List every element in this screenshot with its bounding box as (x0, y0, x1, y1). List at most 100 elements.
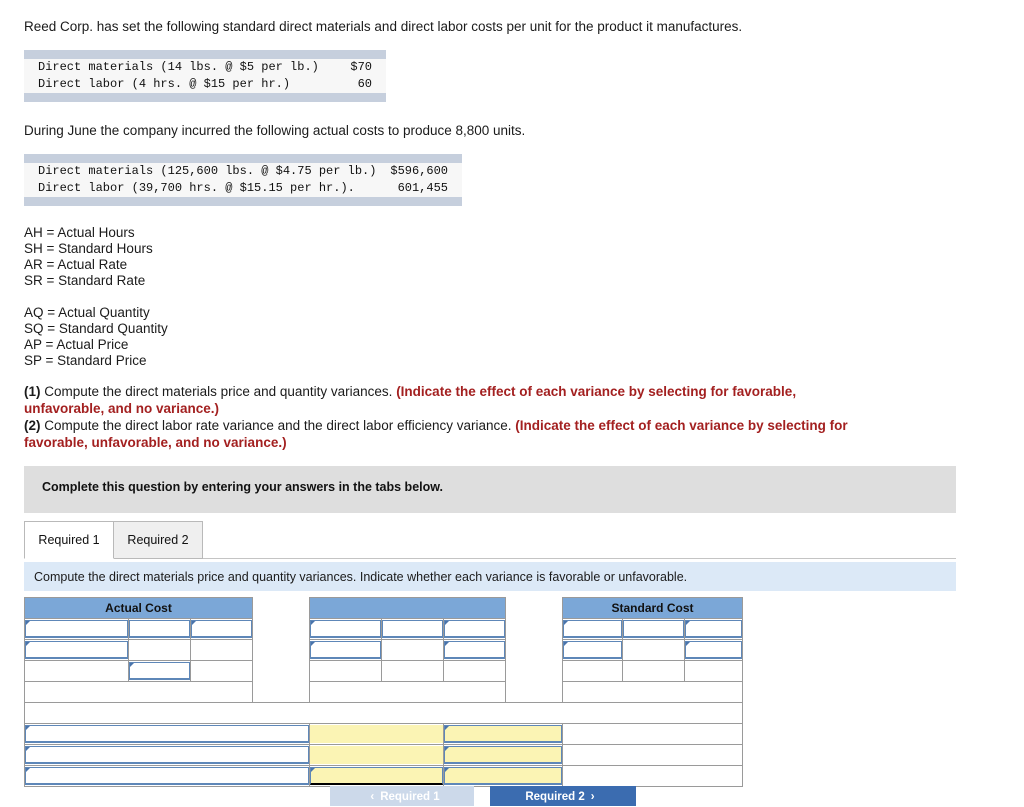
cell-variance-2-effect[interactable] (443, 744, 563, 766)
cell-actual-r2c1[interactable] (24, 639, 129, 661)
requirement-1-text: Compute the direct materials price and q… (40, 384, 397, 399)
legend-item-sh: SH = Standard Hours (24, 241, 153, 256)
cell-middle-r2c1[interactable] (309, 639, 382, 661)
dropdown-marker-icon (26, 621, 30, 625)
cell-variance-2-amount[interactable] (309, 744, 444, 766)
requirement-2-text: Compute the direct labor rate variance a… (40, 418, 516, 433)
actual-labor-label: Direct labor (39,700 hrs. @ $15.15 per h… (24, 180, 389, 197)
tab-required-1[interactable]: Required 1 (24, 521, 114, 559)
variance-row-2 (24, 744, 743, 766)
gap-cell (505, 639, 563, 661)
input-actual-r1c2[interactable] (129, 620, 190, 638)
input-actual-r2c3[interactable] (191, 641, 252, 659)
cell-actual-r1c3[interactable] (190, 618, 253, 640)
cell-standard-r1c1[interactable] (562, 618, 623, 640)
dropdown-marker-icon (130, 663, 134, 667)
cell-actual-r2c3[interactable] (190, 639, 253, 661)
input-middle-r1c2[interactable] (382, 620, 443, 638)
cell-standard-r2c3[interactable] (684, 639, 743, 661)
cell-standard-r2c1[interactable] (562, 639, 623, 661)
dropdown-marker-icon (564, 621, 568, 625)
input-middle-r1c3[interactable] (444, 620, 505, 638)
input-standard-r1c3[interactable] (685, 620, 742, 638)
answer-grid-spacer-row (24, 702, 743, 724)
input-actual-r1c3[interactable] (191, 620, 252, 638)
input-variance-1-label[interactable] (25, 725, 309, 743)
input-variance-3-amount[interactable] (310, 767, 443, 785)
cell-actual-r3c2[interactable] (128, 660, 191, 682)
input-standard-r2c3[interactable] (685, 641, 742, 659)
cell-variance-1-effect[interactable] (443, 723, 563, 745)
input-middle-r1c1[interactable] (310, 620, 381, 638)
cell-variance-2-label[interactable] (24, 744, 310, 766)
cell-actual-r2c2[interactable] (128, 639, 191, 661)
legend-hours-group: AH = Actual Hours SH = Standard Hours AR… (24, 225, 153, 289)
previous-required-label: Required 1 (380, 791, 440, 803)
complete-question-banner: Complete this question by entering your … (24, 466, 956, 513)
table-row: Direct materials (14 lbs. @ $5 per lb.) … (24, 59, 386, 76)
cell-variance-1-label[interactable] (24, 723, 310, 745)
standard-costs-table: Direct materials (14 lbs. @ $5 per lb.) … (24, 50, 386, 102)
input-variance-2-effect[interactable] (444, 746, 562, 764)
next-required-button[interactable]: Required 2 › (490, 786, 636, 806)
dropdown-marker-icon (26, 747, 30, 751)
complete-question-text: Complete this question by entering your … (42, 480, 443, 494)
legend-item-ah: AH = Actual Hours (24, 225, 135, 240)
input-standard-r1c2[interactable] (623, 620, 684, 638)
previous-required-button[interactable]: ‹ Required 1 (330, 786, 474, 806)
input-standard-r2c2[interactable] (623, 641, 684, 659)
chevron-right-icon: › (590, 791, 595, 803)
actual-labor-value: 601,455 (388, 180, 462, 197)
cell-variance-2-blank (562, 744, 743, 766)
cell-variance-1-amount[interactable] (309, 723, 444, 745)
intro-paragraph-2: During June the company incurred the fol… (24, 123, 526, 138)
legend-item-ap: AP = Actual Price (24, 337, 129, 352)
actual-costs-table: Direct materials (125,600 lbs. @ $4.75 p… (24, 154, 462, 206)
answer-grid-row-2 (24, 639, 743, 661)
cell-middle-r1c3[interactable] (443, 618, 506, 640)
subinstruction-bar: Compute the direct materials price and q… (24, 562, 956, 591)
cell-standard-r2c2[interactable] (622, 639, 685, 661)
input-variance-3-label[interactable] (25, 767, 309, 785)
cell-middle-r2c3[interactable] (443, 639, 506, 661)
variance-highlight-left[interactable] (252, 681, 310, 703)
header-standard-cost: Standard Cost (562, 597, 743, 619)
answer-grid-row-1 (24, 618, 743, 640)
table-row: Direct labor (39,700 hrs. @ $15.15 per h… (24, 180, 462, 197)
subinstruction-text: Compute the direct materials price and q… (34, 570, 688, 584)
dropdown-marker-icon (564, 642, 568, 646)
cell-middle-r1c2[interactable] (381, 618, 444, 640)
cell-variance-3-blank (562, 765, 743, 787)
legend-item-sp: SP = Standard Price (24, 353, 147, 368)
input-variance-1-amount[interactable] (310, 725, 443, 743)
dropdown-marker-icon (445, 768, 449, 772)
cell-standard-r3c1 (562, 660, 623, 682)
requirements-list: (1) Compute the direct materials price a… (24, 383, 854, 451)
input-middle-r2c1[interactable] (310, 641, 381, 659)
input-actual-r2c2[interactable] (129, 641, 190, 659)
input-variance-3-effect[interactable] (444, 767, 562, 785)
variance-highlight-right[interactable] (505, 681, 563, 703)
table-row: Direct materials (125,600 lbs. @ $4.75 p… (24, 163, 462, 180)
input-actual-r1c1[interactable] (25, 620, 128, 638)
input-variance-1-effect[interactable] (444, 725, 562, 743)
input-variance-2-amount[interactable] (310, 746, 443, 764)
cell-variance-3-label[interactable] (24, 765, 310, 787)
input-middle-r2c3[interactable] (444, 641, 505, 659)
cell-variance-3-amount[interactable] (309, 765, 444, 787)
cell-middle-r2c2[interactable] (381, 639, 444, 661)
input-variance-2-label[interactable] (25, 746, 309, 764)
input-standard-r2c1[interactable] (563, 641, 622, 659)
cell-actual-r1c2[interactable] (128, 618, 191, 640)
input-standard-r1c1[interactable] (563, 620, 622, 638)
input-actual-r2c1[interactable] (25, 641, 128, 659)
cell-middle-r1c1[interactable] (309, 618, 382, 640)
input-middle-r2c2[interactable] (382, 641, 443, 659)
input-actual-r3c2[interactable] (129, 662, 190, 680)
tab-required-2[interactable]: Required 2 (113, 521, 203, 559)
cell-variance-3-effect[interactable] (443, 765, 563, 787)
dropdown-marker-icon (445, 621, 449, 625)
cell-actual-r1c1[interactable] (24, 618, 129, 640)
cell-standard-r1c2[interactable] (622, 618, 685, 640)
cell-standard-r1c3[interactable] (684, 618, 743, 640)
